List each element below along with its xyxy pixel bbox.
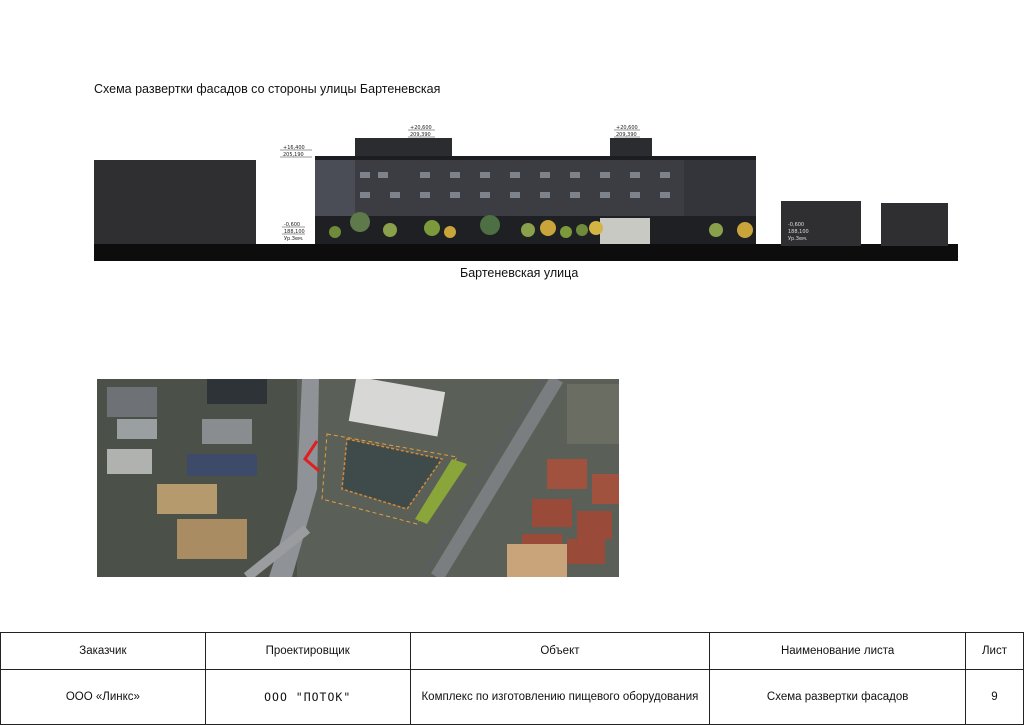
street-label: Бартеневская улица <box>460 266 579 280</box>
elevation-mark-3-top: +20,600 <box>616 125 638 131</box>
sheet-name-value: Схема развертки фасадов <box>709 669 966 725</box>
designer-logo: ООО "ПОТОК" <box>204 669 411 725</box>
sheet-header: Лист <box>965 632 1024 670</box>
elevation-mark-5-note: Ур.Зем. <box>788 236 808 242</box>
elevation-mark-2-top: +20,600 <box>410 125 432 131</box>
elevation-mark-5-bottom: 188,100 <box>788 229 809 235</box>
customer-header: Заказчик <box>0 632 206 670</box>
elevation-mark-1-top: +16,400 <box>283 145 305 151</box>
elevation-mark-3-bottom: 209,390 <box>616 132 637 138</box>
left-neighbor-building <box>94 160 256 246</box>
sheet-name-header: Наименование листа <box>709 632 966 670</box>
ground-strip <box>94 244 958 261</box>
right-neighbor-building-2 <box>881 203 948 246</box>
elevation-mark-4-top: -0,600 <box>284 222 300 228</box>
title-block: Заказчик Проектировщик Объект Наименован… <box>0 632 1024 725</box>
facade-elevation-drawing: +16,400 205,190 +20,600 209,390 +20,600 … <box>94 125 958 261</box>
elevation-mark-2-bottom: 209,390 <box>410 132 431 138</box>
main-building <box>315 138 756 244</box>
object-header: Объект <box>409 632 711 670</box>
customer-value: ООО «Линкс» <box>0 669 206 725</box>
sheet-number: 9 <box>965 669 1024 725</box>
elevation-mark-4-note: Ур.Зем. <box>284 236 304 242</box>
elevation-mark-5-top: -0,600 <box>788 222 804 228</box>
elevation-mark-1-bottom: 205,190 <box>283 152 304 158</box>
object-value: Комплекс по изготовлению пищевого оборуд… <box>409 669 711 725</box>
aerial-site-map <box>97 379 619 577</box>
elevation-mark-4-bottom: 188,100 <box>284 229 305 235</box>
designer-header: Проектировщик <box>204 632 411 670</box>
